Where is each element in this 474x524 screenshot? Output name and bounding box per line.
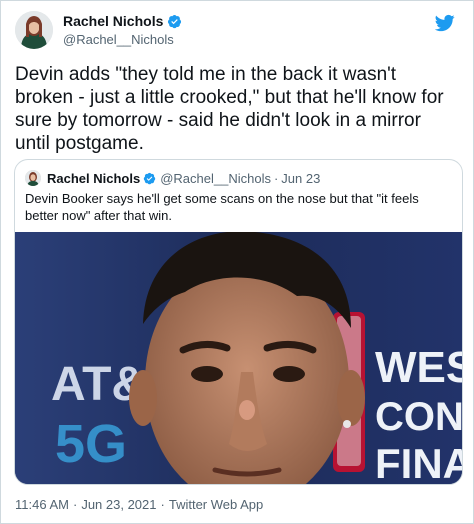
- quoted-author-handle: @Rachel__Nichols: [160, 170, 271, 186]
- tweet-metadata: 11:46 AM · Jun 23, 2021 · Twitter Web Ap…: [15, 497, 263, 512]
- verified-badge-icon: [144, 172, 156, 184]
- tweet-client[interactable]: Twitter Web App: [169, 497, 263, 512]
- quoted-media-image[interactable]: AT& 5G WEST CONFE FINA: [15, 232, 462, 484]
- media-right-line-3: FINA: [375, 440, 462, 484]
- separator-dot: ·: [160, 497, 165, 512]
- quoted-tweet-text: Devin Booker says he'll get some scans o…: [25, 191, 419, 223]
- avatar[interactable]: [15, 11, 53, 49]
- quoted-avatar: [25, 170, 41, 186]
- tweet-header: Rachel Nichols @Rachel__Nichols: [15, 11, 455, 51]
- author-name[interactable]: Rachel Nichols: [63, 13, 163, 29]
- separator-dot: ·: [72, 497, 78, 512]
- tweet-text: Devin adds "they told me in the back it …: [15, 64, 444, 154]
- tweet-card: Rachel Nichols @Rachel__Nichols Devin ad…: [0, 0, 474, 524]
- media-left-sub: 5G: [55, 414, 127, 474]
- tweet-time[interactable]: 11:46 AM: [15, 497, 69, 512]
- quoted-author-name: Rachel Nichols: [47, 170, 141, 186]
- media-right-line-1: WEST: [375, 343, 462, 392]
- author-handle[interactable]: @Rachel__Nichols: [63, 32, 174, 47]
- quoted-tweet[interactable]: Rachel Nichols @Rachel__Nichols · Jun 23…: [14, 159, 463, 485]
- separator-dot: ·: [273, 170, 279, 186]
- twitter-bird-icon[interactable]: [435, 13, 455, 33]
- quoted-date: Jun 23: [281, 170, 321, 186]
- tweet-date[interactable]: Jun 23, 2021: [81, 497, 156, 512]
- verified-badge-icon: [168, 14, 182, 28]
- quoted-tweet-header: Rachel Nichols @Rachel__Nichols · Jun 23: [25, 169, 320, 187]
- media-right-line-2: CONFE: [375, 395, 462, 439]
